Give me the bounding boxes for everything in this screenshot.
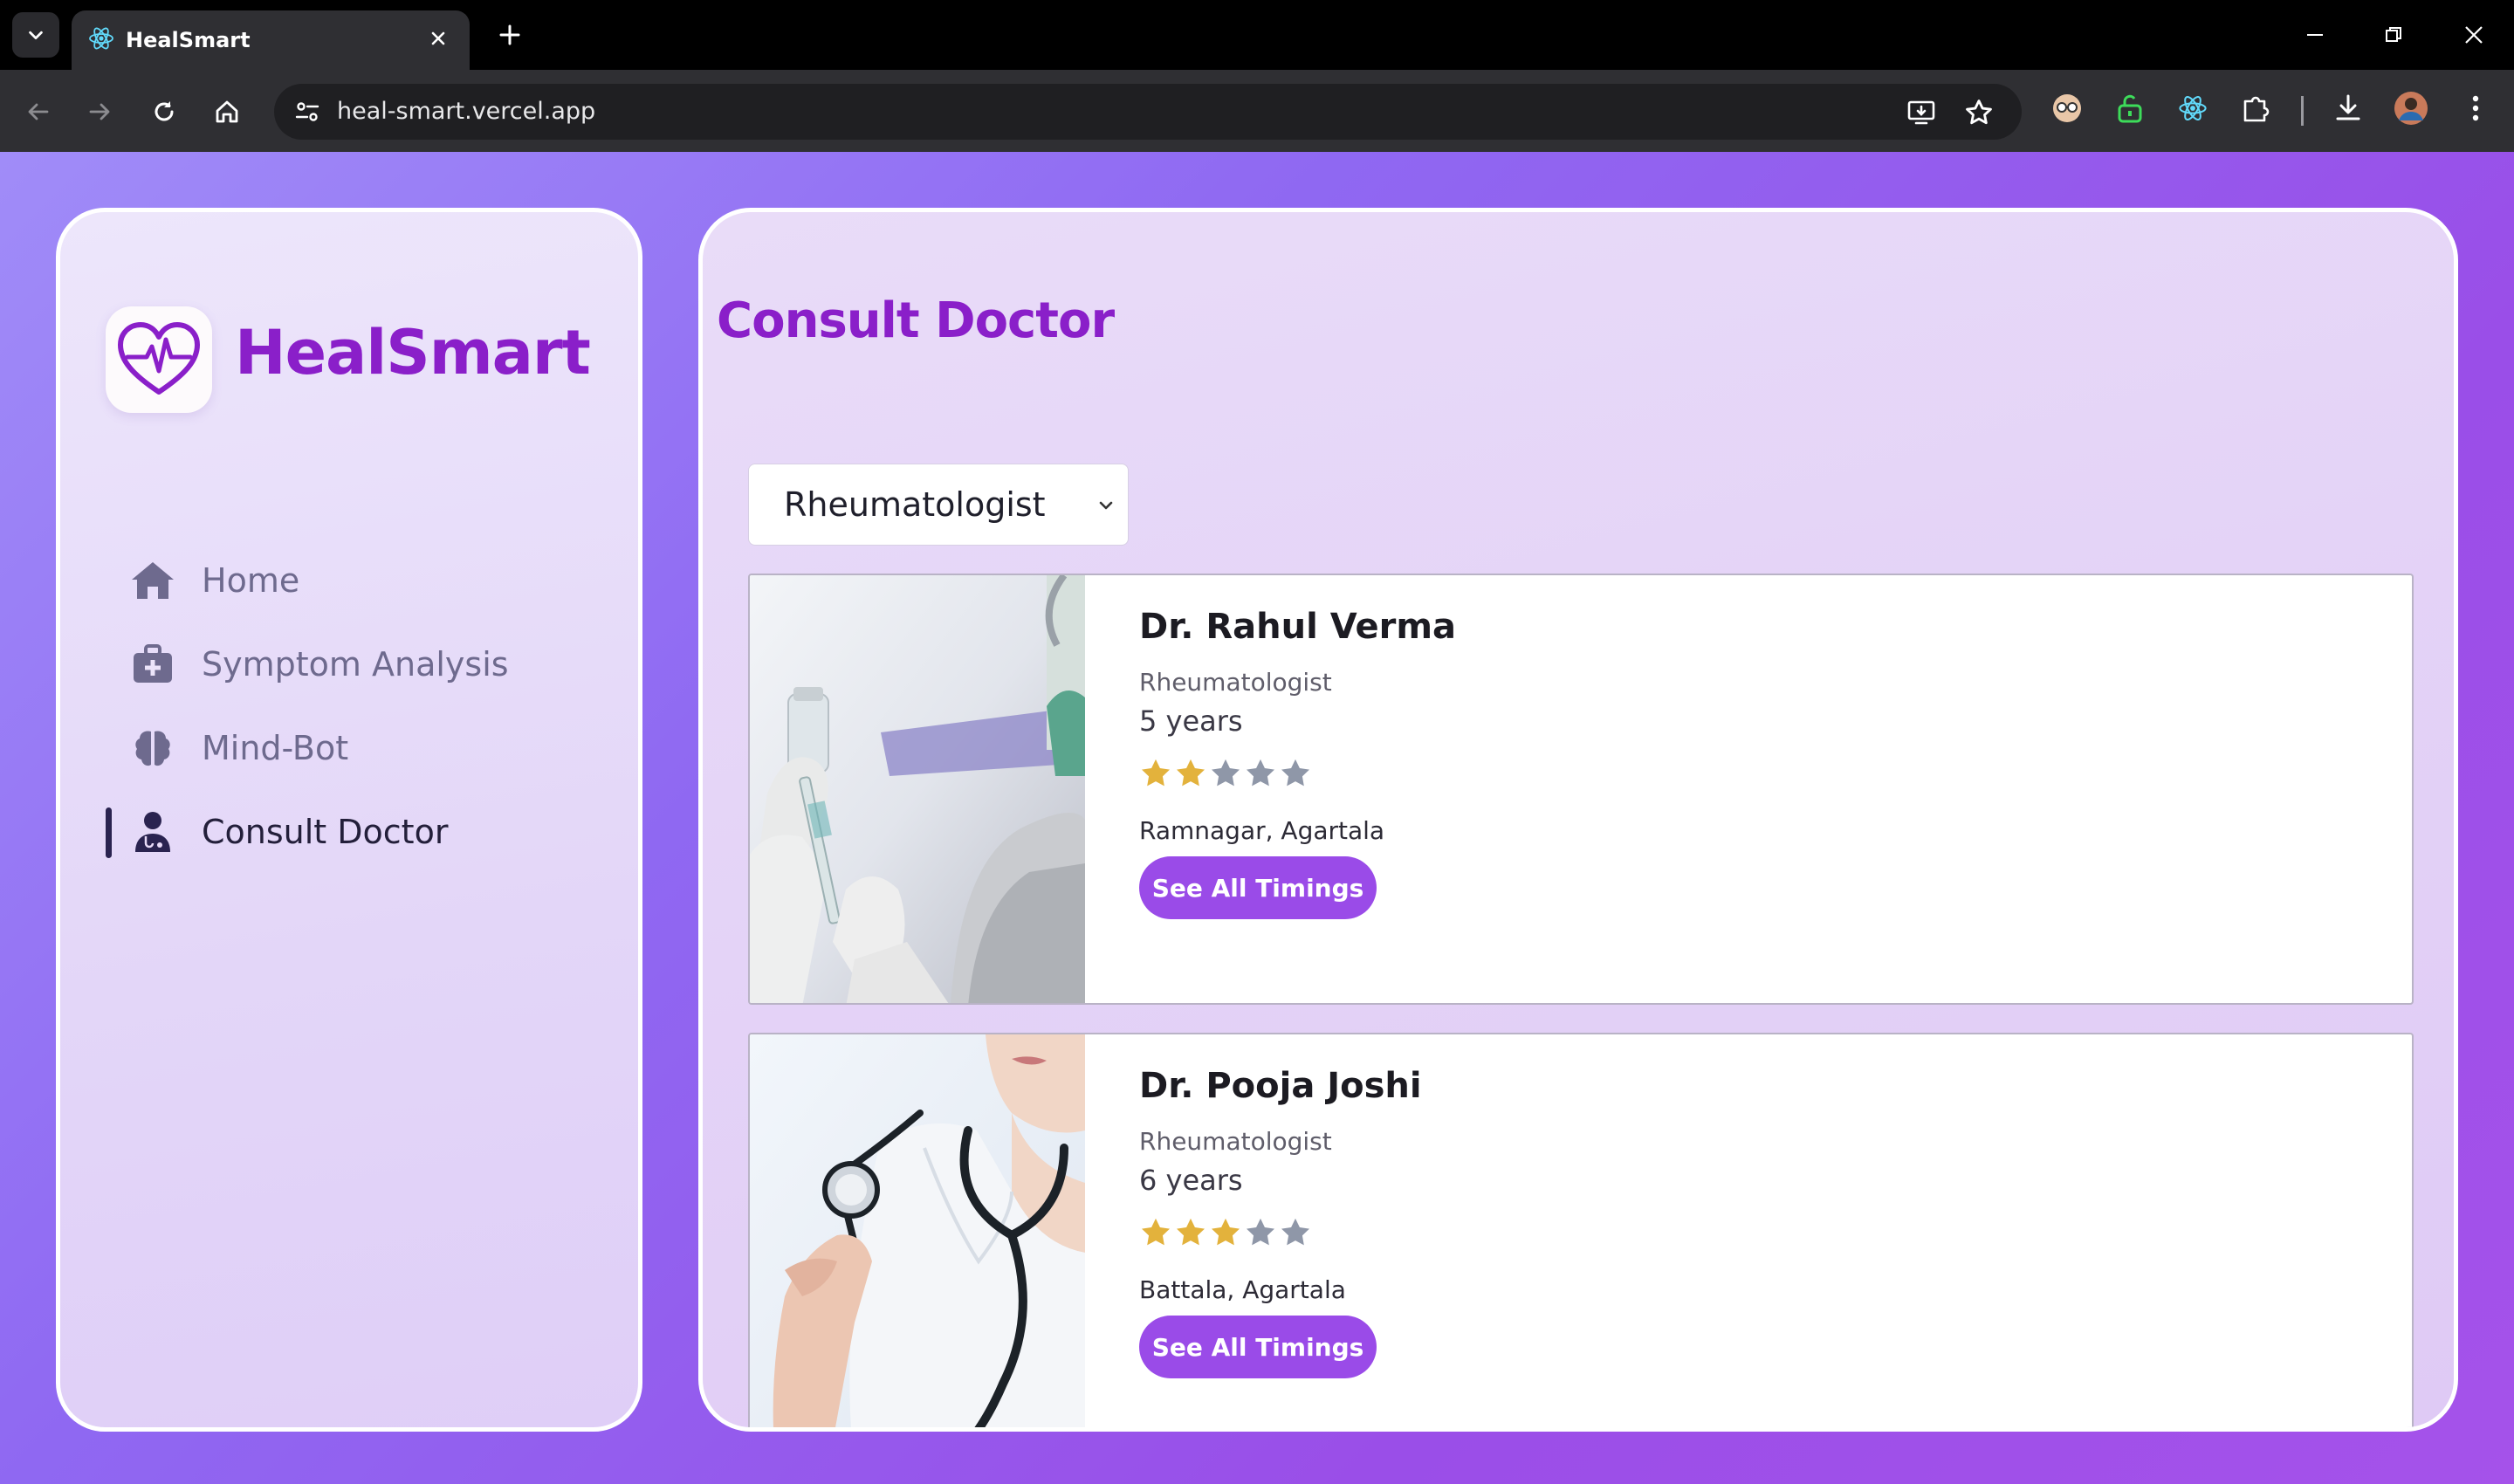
minimize-window-icon[interactable] [2296,17,2334,52]
star-filled-icon [1142,759,1170,787]
star-filled-icon [1212,1218,1240,1246]
brain-icon [130,727,175,769]
doctor-photo [750,1034,1085,1427]
bookmark-star-icon[interactable] [1961,94,1997,131]
doctor-card: Dr. Rahul Verma Rheumatologist 5 years R… [748,574,2414,1005]
extension-glasses-icon[interactable] [2048,89,2086,127]
sidebar-item-label: Symptom Analysis [202,645,509,684]
profile-avatar-icon[interactable] [2392,89,2430,127]
doctor-card: Dr. Pooja Joshi Rheumatologist 6 years B… [748,1033,2414,1427]
back-icon[interactable] [17,91,59,133]
restore-window-icon[interactable] [2374,17,2413,52]
home-icon [130,560,175,601]
medical-kit-icon [130,643,175,685]
doctor-specialty: Rheumatologist [1139,668,1332,697]
heart-pulse-icon [118,322,200,395]
main-panel: Consult Doctor Rheumatologist Dr. Rahul … [698,208,2458,1432]
doctor-location: Battala, Agartala [1139,1275,1346,1304]
browser-toolbar: heal-smart.vercel.app [0,70,2514,152]
app-page: HealSmart Home Symptom Analysis Mind-Bot [0,152,2514,1484]
close-tab-icon[interactable] [424,24,452,52]
react-icon [89,27,113,50]
install-app-icon[interactable] [1903,94,1940,131]
star-empty-icon [1212,759,1240,787]
doctor-location: Ramnagar, Agartala [1139,816,1385,845]
url-text: heal-smart.vercel.app [337,98,596,125]
star-filled-icon [1177,1218,1205,1246]
sidebar-item-home[interactable]: Home [60,546,636,615]
logo [106,306,212,413]
chevron-down-icon [1093,492,1119,519]
doctor-name: Dr. Pooja Joshi [1139,1066,1422,1106]
star-filled-icon [1142,1218,1170,1246]
react-devtools-icon[interactable] [2174,89,2212,127]
doctor-experience: 6 years [1139,1164,1243,1197]
doctor-rating [1139,1216,1312,1251]
address-bar[interactable]: heal-smart.vercel.app [274,84,2022,140]
doctor-photo [750,575,1085,1003]
tab-title: HealSmart [126,28,251,52]
home-browser-icon[interactable] [206,91,248,133]
browser-tabstrip: HealSmart [0,0,2514,70]
doctor-name: Dr. Rahul Verma [1139,607,1457,647]
site-info-icon[interactable] [292,96,323,127]
chevron-down-icon [29,31,43,40]
new-tab-icon[interactable] [492,17,527,52]
sidebar-item-label: Home [202,561,300,600]
forward-icon[interactable] [79,91,120,133]
doctor-rating [1139,757,1312,792]
active-indicator [106,807,112,858]
doctor-icon [130,811,175,853]
sidebar: HealSmart Home Symptom Analysis Mind-Bot [56,208,642,1432]
toolbar-divider [2301,96,2304,126]
sidebar-item-symptom-analysis[interactable]: Symptom Analysis [60,629,636,699]
specialty-select-value: Rheumatologist [784,485,1046,524]
page-title: Consult Doctor [717,292,1115,349]
star-empty-icon [1247,759,1274,787]
close-window-icon[interactable] [2455,17,2493,52]
star-empty-icon [1281,759,1309,787]
sidebar-item-consult-doctor[interactable]: Consult Doctor [60,797,636,867]
sidebar-item-mind-bot[interactable]: Mind-Bot [60,713,636,783]
sidebar-item-label: Mind-Bot [202,729,349,767]
reload-icon[interactable] [143,91,185,133]
doctor-specialty: Rheumatologist [1139,1127,1332,1156]
tab-search-button[interactable] [12,12,59,58]
doctor-experience: 5 years [1139,704,1243,738]
browser-menu-icon[interactable] [2456,89,2495,127]
extensions-puzzle-icon[interactable] [2236,89,2275,127]
sidebar-item-label: Consult Doctor [202,813,449,851]
star-filled-icon [1177,759,1205,787]
brand-name: HealSmart [235,317,591,388]
see-all-timings-button[interactable]: See All Timings [1139,856,1377,919]
see-all-timings-button[interactable]: See All Timings [1139,1316,1377,1378]
star-empty-icon [1247,1218,1274,1246]
downloads-icon[interactable] [2329,89,2367,127]
extension-lock-icon[interactable] [2111,89,2149,127]
specialty-select[interactable]: Rheumatologist [748,464,1129,546]
star-empty-icon [1281,1218,1309,1246]
browser-tab[interactable]: HealSmart [72,10,470,70]
